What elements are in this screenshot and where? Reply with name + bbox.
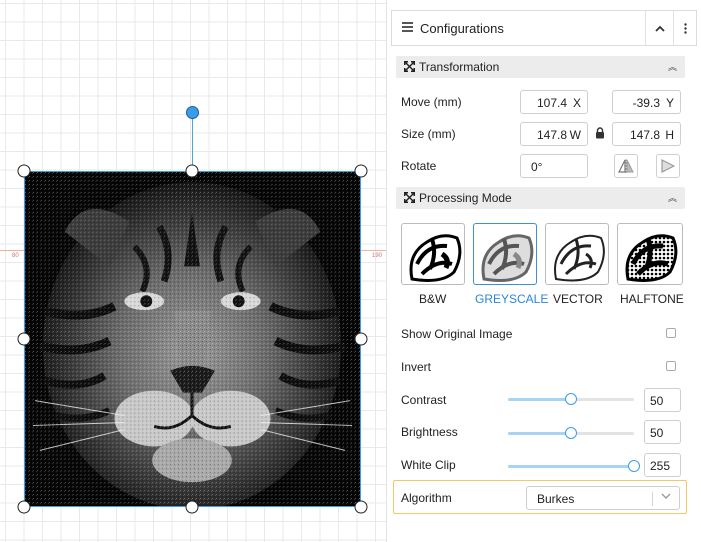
resize-handle-top-right[interactable] <box>354 164 368 178</box>
collapse-panel-button[interactable] <box>645 11 673 45</box>
mode-greyscale-thumb[interactable] <box>473 223 537 285</box>
algorithm-select[interactable]: Burkes <box>526 486 680 510</box>
brightness-input[interactable]: 50 <box>644 420 681 444</box>
rotation-handle[interactable] <box>186 106 199 119</box>
white-clip-value: 255 <box>650 459 671 473</box>
h-axis-label: H <box>665 128 674 142</box>
move-x-field[interactable]: 107.4 X <box>520 90 588 114</box>
brightness-slider[interactable] <box>508 427 634 439</box>
rotate-label: Rotate <box>401 159 437 173</box>
bw-preview-icon <box>409 234 462 282</box>
size-w-value: 147.8 <box>536 128 567 142</box>
resize-handle-top[interactable] <box>185 164 199 178</box>
move-label: Move (mm) <box>401 95 462 109</box>
double-chevron-up-icon: ︽ <box>667 62 677 72</box>
rotate-value: 0° <box>531 160 543 174</box>
move-x-value: 107.4 <box>536 96 567 110</box>
mode-vector-thumb[interactable] <box>545 223 609 285</box>
brightness-value: 50 <box>650 426 664 440</box>
section-title: Transformation <box>419 60 500 74</box>
white-clip-slider[interactable] <box>508 460 640 472</box>
design-canvas[interactable]: 80 190 <box>0 0 386 542</box>
selected-image[interactable] <box>24 171 361 507</box>
panel-title: Configurations <box>420 21 504 36</box>
brightness-slider-knob[interactable] <box>565 427 577 439</box>
rotate-field[interactable]: 0° <box>520 154 588 178</box>
resize-handle-right[interactable] <box>354 332 368 346</box>
show-original-checkbox[interactable] <box>666 328 676 338</box>
mode-bw-label[interactable]: B&W <box>419 292 446 306</box>
w-axis-label: W <box>569 128 581 142</box>
contrast-slider-fill <box>508 398 571 401</box>
kebab-icon <box>684 22 687 34</box>
panel-header: Configurations <box>391 10 697 46</box>
white-clip-slider-fill <box>508 465 634 468</box>
resize-handle-left[interactable] <box>17 332 31 346</box>
move-y-field[interactable]: -39.3 Y <box>612 90 681 114</box>
y-axis-label: Y <box>665 96 674 110</box>
white-clip-label: White Clip <box>401 458 456 472</box>
section-title: Processing Mode <box>419 191 512 205</box>
brightness-slider-fill <box>508 432 571 435</box>
section-processing-mode[interactable]: Processing Mode ︽ <box>396 187 685 209</box>
chevron-down-icon <box>661 493 671 499</box>
greyscale-preview-icon <box>481 234 534 282</box>
halftone-preview-icon <box>625 234 678 282</box>
hamburger-icon[interactable] <box>402 22 413 32</box>
tiger-image <box>25 172 360 506</box>
transform-icon <box>404 192 415 203</box>
contrast-label: Contrast <box>401 393 447 407</box>
contrast-input[interactable]: 50 <box>644 388 681 412</box>
ruler-label-left: 80 <box>12 253 19 259</box>
mode-halftone-label[interactable]: HALFTONE <box>620 292 684 306</box>
lock-icon[interactable] <box>595 127 605 139</box>
flip-horizontal-icon <box>618 159 634 173</box>
flip-horizontal-button[interactable] <box>614 154 638 178</box>
resize-handle-bottom-right[interactable] <box>354 500 368 514</box>
mode-greyscale-label[interactable]: GREYSCALE <box>475 292 548 306</box>
invert-checkbox[interactable] <box>666 361 676 371</box>
white-clip-input[interactable]: 255 <box>644 453 681 477</box>
transform-icon <box>404 61 415 72</box>
move-y-value: -39.3 <box>632 96 660 110</box>
flip-vertical-button[interactable] <box>656 154 680 178</box>
mode-vector-label[interactable]: VECTOR <box>553 292 603 306</box>
x-axis-label: X <box>572 96 581 110</box>
algorithm-value: Burkes <box>537 492 575 506</box>
resize-handle-bottom-left[interactable] <box>17 500 31 514</box>
resize-handle-bottom[interactable] <box>185 500 199 514</box>
contrast-slider[interactable] <box>508 393 634 405</box>
algorithm-label: Algorithm <box>401 491 452 505</box>
resize-handle-top-left[interactable] <box>17 164 31 178</box>
show-original-label: Show Original Image <box>401 327 513 341</box>
invert-label: Invert <box>401 360 432 374</box>
size-label: Size (mm) <box>401 127 456 141</box>
more-options-button[interactable] <box>673 11 697 45</box>
white-clip-slider-knob[interactable] <box>628 460 640 472</box>
mode-halftone-thumb[interactable] <box>617 223 683 285</box>
vector-preview-icon <box>554 234 605 282</box>
size-h-value: 147.8 <box>629 128 660 142</box>
mode-bw-thumb[interactable] <box>401 223 465 285</box>
section-transformation[interactable]: Transformation ︽ <box>396 56 685 78</box>
double-chevron-up-icon: ︽ <box>667 193 677 203</box>
select-divider <box>652 492 653 506</box>
size-w-field[interactable]: 147.8 W <box>520 122 588 146</box>
brightness-label: Brightness <box>401 425 458 439</box>
contrast-value: 50 <box>650 394 664 408</box>
size-h-field[interactable]: 147.8 H <box>612 122 681 146</box>
contrast-slider-knob[interactable] <box>565 393 577 405</box>
chevron-up-icon <box>654 25 665 32</box>
flip-vertical-icon <box>661 159 675 173</box>
ruler-label-right: 190 <box>372 253 383 259</box>
